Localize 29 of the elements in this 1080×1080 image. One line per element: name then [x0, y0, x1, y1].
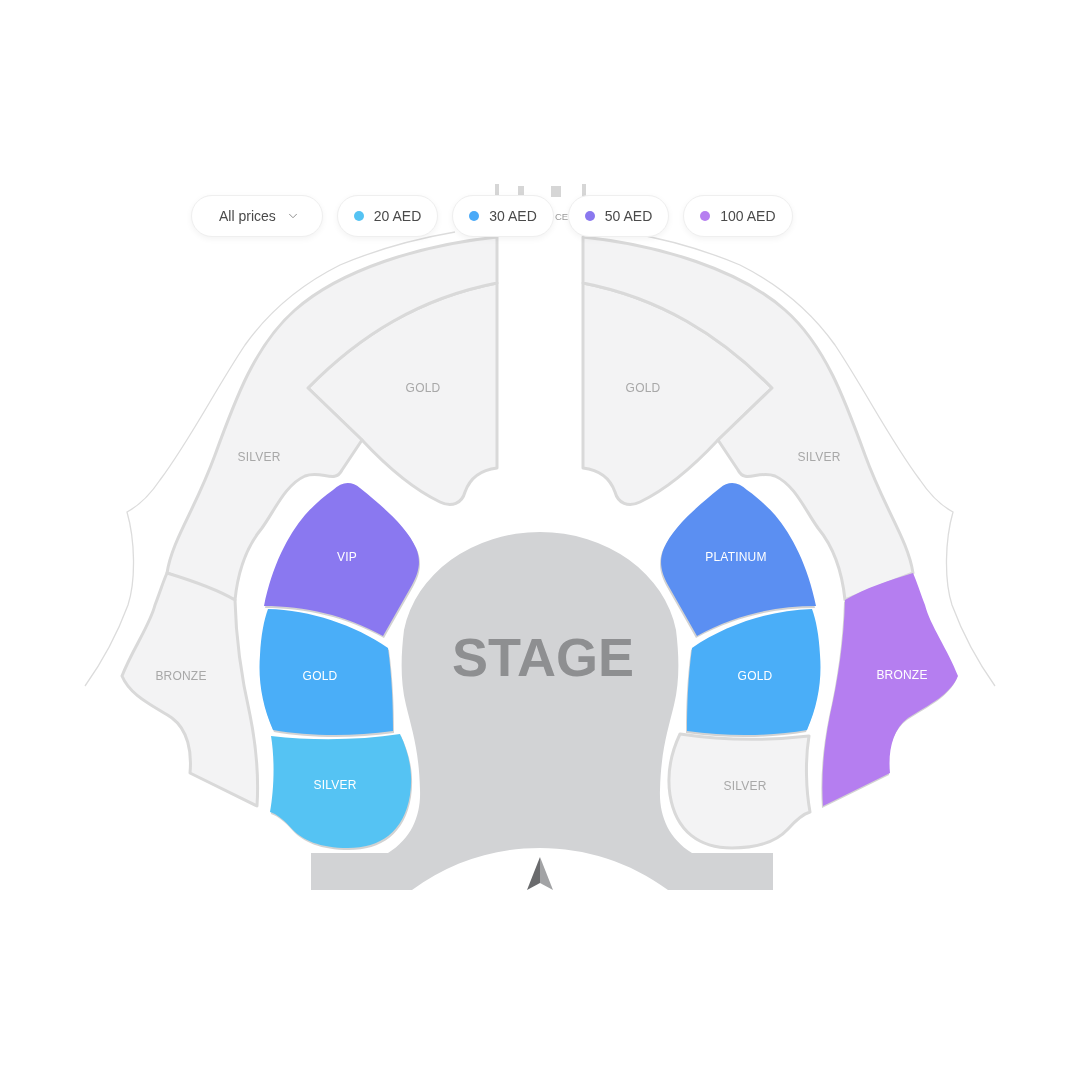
seat-section[interactable]: [259, 609, 393, 735]
price-chip[interactable]: 50 AED: [567, 195, 670, 237]
price-chip[interactable]: 30 AED: [452, 195, 554, 237]
seat-section[interactable]: [667, 732, 812, 850]
section-label: GOLD: [737, 669, 773, 683]
price-chip[interactable]: 20 AED: [336, 195, 439, 237]
seat-section[interactable]: [165, 235, 499, 602]
section-label: GOLD: [302, 669, 338, 683]
direction-arrow-icon: [527, 857, 553, 890]
section-label: PLATINUM: [705, 550, 767, 564]
seat-section[interactable]: [270, 734, 412, 848]
price-chip[interactable]: 100 AED: [683, 195, 793, 237]
section-label: BRONZE: [155, 669, 207, 683]
section-label: SILVER: [797, 450, 841, 464]
section-label: GOLD: [625, 381, 661, 395]
stage-label: STAGE: [452, 627, 634, 687]
section-label: SILVER: [723, 779, 767, 793]
map-label: CE: [555, 210, 569, 222]
seat-section[interactable]: [661, 483, 816, 636]
section-label: GOLD: [405, 381, 441, 395]
seat-section[interactable]: [822, 573, 958, 806]
section-label: SILVER: [237, 450, 281, 464]
section-label: VIP: [337, 550, 357, 564]
seat-section[interactable]: [687, 609, 821, 735]
section-label: BRONZE: [876, 668, 928, 682]
section-label: SILVER: [313, 778, 357, 792]
price-dropdown[interactable]: All prices: [191, 195, 323, 237]
seat-section[interactable]: [581, 235, 915, 602]
seat-section[interactable]: [264, 483, 419, 636]
